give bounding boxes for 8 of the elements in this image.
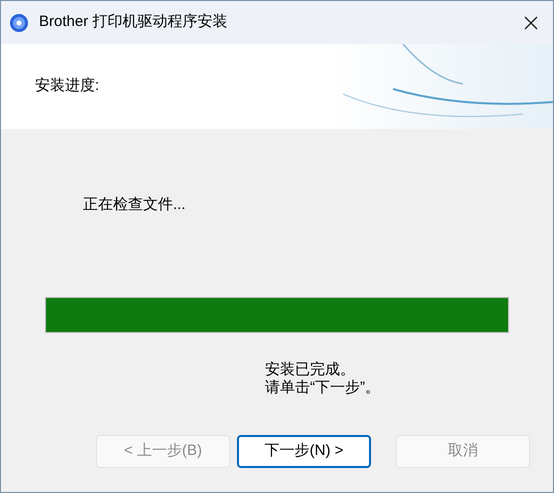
message-text: 安装已完成。: [265, 360, 356, 378]
message-text: 请单击“下一步”。: [265, 378, 381, 396]
header-title: 安装进度:: [35, 76, 100, 96]
disc-icon: [9, 12, 29, 32]
dialog-button[interactable]: 下一步(N) >: [237, 434, 371, 468]
window-title: Brother 打印机驱动程序安装: [39, 12, 228, 32]
status-text: 正在检查文件...: [83, 195, 186, 215]
close-icon[interactable]: [523, 14, 539, 30]
